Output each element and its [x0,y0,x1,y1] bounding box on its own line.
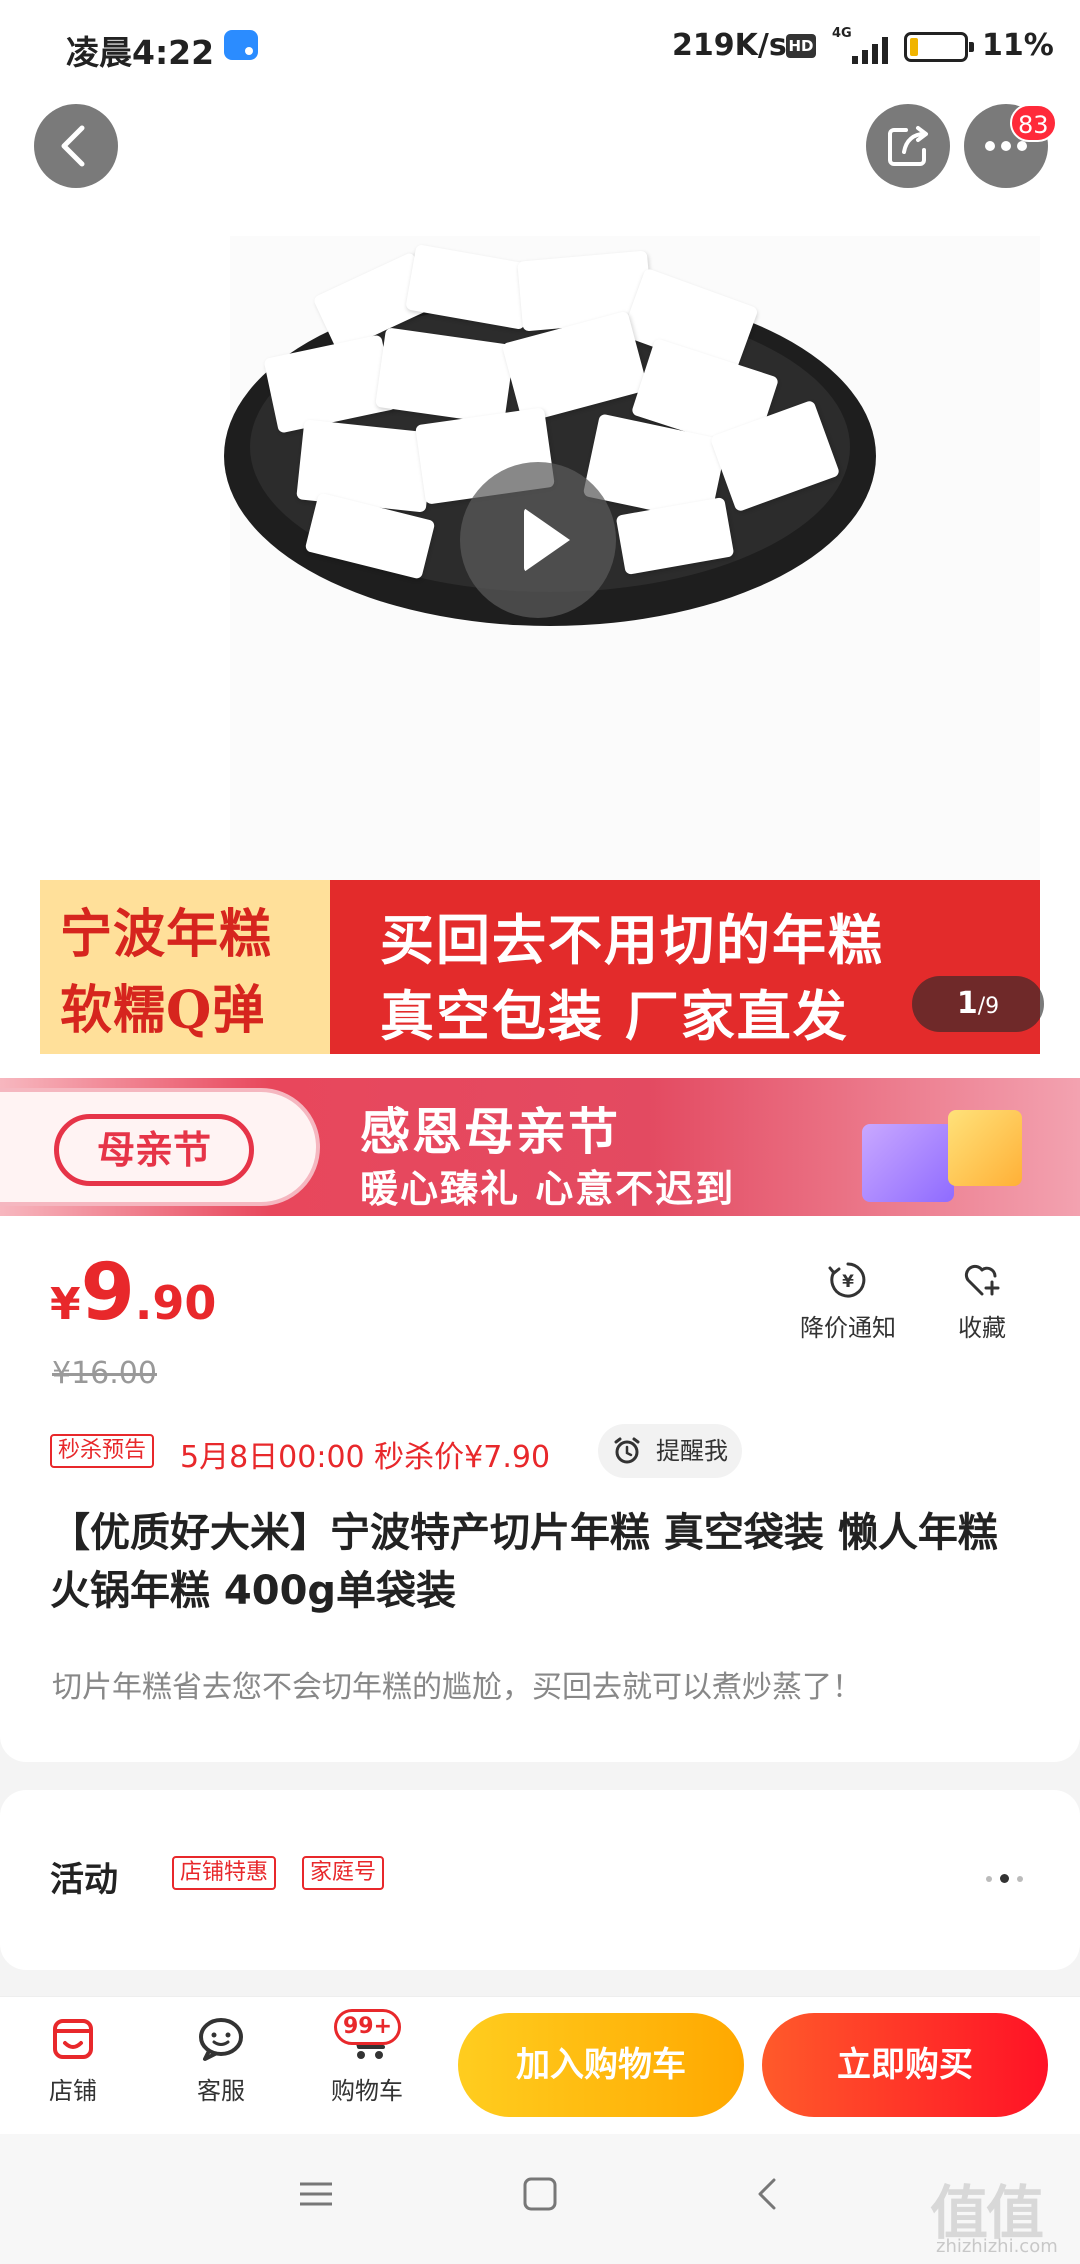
share-button[interactable] [866,104,950,188]
mothers-day-logo: 母亲节 [0,1088,320,1206]
product-title: 【优质好大米】宁波特产切片年糕 真空袋装 懒人年糕 火锅年糕 400g单袋装 [50,1510,998,1614]
promo-banner-subtitle: 暖心臻礼 心意不迟到 [360,1166,736,1211]
product-promo-banner: 宁波年糕 软糯Q弹 买回去不用切的年糕 真空包装 厂家直发 [40,880,1040,1054]
status-time: 凌晨4:22 [66,33,215,72]
flash-sale-text: 5月8日00:00 秒杀价¥7.90 [180,1440,551,1475]
bottom-action-bar: 店铺 客服 购物车 99+ 加入购物车 立即购买 [0,1996,1080,2134]
price-alert-icon: ¥ [828,1262,866,1298]
hd-icon: HD [786,34,816,58]
notification-app-icon [224,30,258,60]
watermark-url: zhizhizhi.com [936,2236,1058,2257]
flash-sale-tag: 秒杀预告 [50,1434,155,1468]
banner-right-line1: 买回去不用切的年糕 [380,908,884,972]
buy-now-button[interactable]: 立即购买 [762,2013,1048,2117]
chat-icon [199,2018,243,2061]
product-description: 切片年糕省去您不会切年糕的尴尬，买回去就可以煮炒蒸了！ [52,1670,862,1705]
activity-row[interactable]: 活动 店铺特惠 家庭号 [0,1790,1080,1970]
battery-percent: 11% [982,28,1054,63]
play-icon[interactable] [460,462,616,618]
price-symbol: ¥ [50,1279,81,1330]
banner-left-panel: 宁波年糕 软糯Q弹 [40,880,330,1054]
shop-label: 店铺 [49,2077,97,2105]
back-nav-icon[interactable] [748,2174,788,2214]
image-counter-total: /9 [977,994,1000,1019]
gift-box-icon [948,1110,1022,1186]
back-button[interactable] [34,104,118,188]
alarm-icon [614,1437,640,1464]
remind-me-button[interactable]: 提醒我 [598,1424,742,1478]
more-dots-icon[interactable] [986,1874,1023,1883]
message-count-badge: 83 [1010,104,1057,142]
banner-right-line2: 真空包装 厂家直发 [380,984,849,1048]
cart-label: 购物车 [331,2077,403,2105]
activity-tag: 家庭号 [302,1856,385,1890]
remind-me-label: 提醒我 [656,1437,728,1465]
network-speed: 219K/s [672,28,787,63]
current-price: ¥9.90 [50,1248,216,1338]
product-info-card: ¥9.90 ¥16.00 ¥ 降价通知 收藏 秒杀预告 5月8日00:00 秒杀… [0,1216,1080,1762]
share-icon [888,126,928,166]
signal-icon: 4G [832,26,892,64]
image-counter: 1/9 [912,976,1044,1032]
price-alert-button[interactable]: ¥ 降价通知 [800,1258,896,1343]
price-alert-label: 降价通知 [800,1314,896,1342]
banner-left-line2: 软糯Q弹 [60,980,266,1041]
heart-plus-icon [964,1264,1000,1296]
price-integer: 9 [80,1248,135,1338]
mothers-day-logo-text: 母亲节 [54,1114,254,1186]
product-detail-page: 凌晨4:22 219K/s HD 4G 11% 83 宁波年糕 软糯Q弹 买回去… [0,0,1080,2264]
back-icon [61,125,85,167]
add-to-cart-button[interactable]: 加入购物车 [458,2013,744,2117]
promo-banner-title: 感恩母亲节 [360,1102,620,1161]
battery-level [910,38,918,56]
menu-icon[interactable] [296,2174,336,2214]
price-decimal: .90 [134,1276,217,1330]
favorite-label: 收藏 [958,1314,1006,1342]
cart-count-badge: 99+ [334,2009,402,2045]
shop-icon [53,2019,93,2059]
flash-sale-row: 秒杀预告 5月8日00:00 秒杀价¥7.90 提醒我 [50,1424,1050,1480]
activity-label: 活动 [50,1860,118,1900]
favorite-button[interactable]: 收藏 [958,1258,1006,1343]
shop-button[interactable]: 店铺 [18,2013,128,2106]
mothers-day-banner[interactable]: 母亲节 感恩母亲节 暖心臻礼 心意不迟到 [0,1078,1080,1216]
image-counter-current: 1 [956,986,978,1021]
home-icon[interactable] [520,2174,560,2214]
network-type: 4G [832,26,852,41]
banner-left-line1: 宁波年糕 [60,904,273,965]
customer-service-label: 客服 [197,2077,245,2105]
battery-icon [904,32,974,62]
signal-bars [852,34,888,64]
status-bar: 凌晨4:22 219K/s HD 4G 11% [0,0,1080,96]
product-gallery[interactable]: 83 宁波年糕 软糯Q弹 买回去不用切的年糕 真空包装 厂家直发 1/9 [0,96,1080,1078]
customer-service-button[interactable]: 客服 [166,2013,276,2106]
gift-box-icon [862,1124,954,1202]
original-price: ¥16.00 [52,1356,157,1391]
system-navigation-bar: 值值值 zhizhizhi.com [0,2134,1080,2264]
svg-text:¥: ¥ [842,1272,854,1292]
activity-tag: 店铺特惠 [172,1856,277,1890]
